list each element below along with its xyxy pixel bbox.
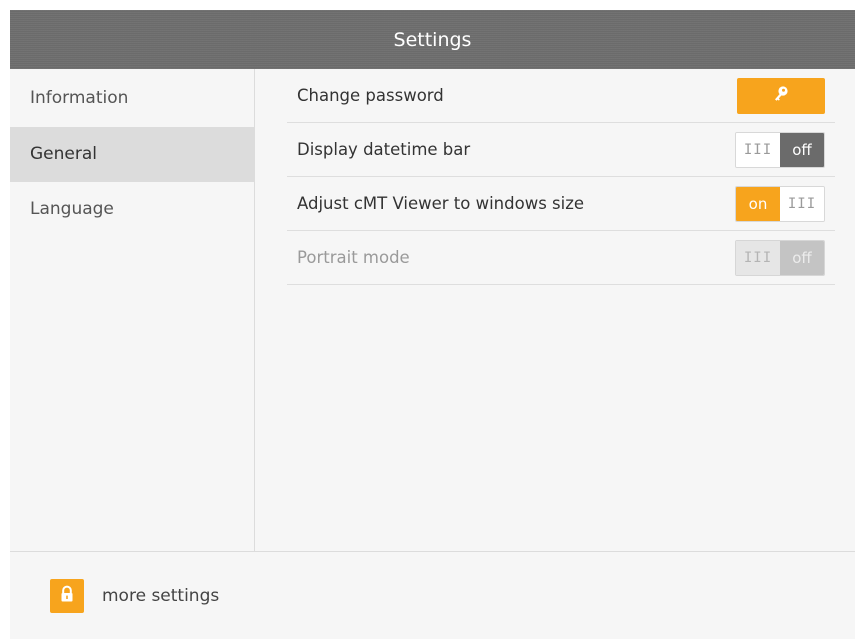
setting-label: Adjust cMT Viewer to windows size: [297, 194, 585, 213]
setting-row-adjust-viewer-size: Adjust cMT Viewer to windows size on III: [287, 177, 835, 231]
sidebar-item-label: General: [30, 144, 97, 164]
key-icon: [773, 85, 789, 107]
sidebar-item-information[interactable]: Information: [10, 69, 254, 127]
sidebar-item-label: Information: [30, 88, 129, 108]
bottom-bar: more settings: [10, 551, 855, 639]
title-bar: Settings: [10, 10, 855, 69]
toggle-state-label: off: [780, 132, 824, 167]
more-settings-link[interactable]: more settings: [102, 586, 219, 606]
lock-icon: [59, 585, 75, 607]
setting-label: Display datetime bar: [297, 140, 471, 159]
adjust-viewer-size-toggle[interactable]: on III: [735, 185, 825, 222]
toggle-grip: III: [736, 240, 780, 275]
sidebar-item-language[interactable]: Language: [10, 182, 254, 237]
change-password-button[interactable]: [737, 77, 825, 114]
settings-window: Settings Information General Language Ch…: [10, 10, 855, 639]
display-datetime-bar-toggle[interactable]: III off: [735, 131, 825, 168]
setting-label: Change password: [297, 86, 444, 105]
sidebar: Information General Language: [10, 69, 255, 551]
window-title: Settings: [393, 28, 472, 51]
setting-row-portrait-mode: Portrait mode III off: [287, 231, 835, 285]
more-settings-lock-button[interactable]: [50, 578, 84, 613]
setting-row-display-datetime-bar: Display datetime bar III off: [287, 123, 835, 177]
sidebar-item-label: Language: [30, 199, 114, 219]
setting-row-change-password: Change password: [287, 69, 835, 123]
toggle-state-label: on: [736, 186, 780, 221]
sidebar-item-general[interactable]: General: [10, 127, 254, 182]
portrait-mode-toggle: III off: [735, 239, 825, 276]
setting-label: Portrait mode: [297, 248, 410, 267]
general-settings-panel: Change password Display datetime bar III…: [255, 69, 855, 551]
toggle-grip: III: [780, 186, 824, 221]
toggle-grip: III: [736, 132, 780, 167]
toggle-state-label: off: [780, 240, 824, 275]
